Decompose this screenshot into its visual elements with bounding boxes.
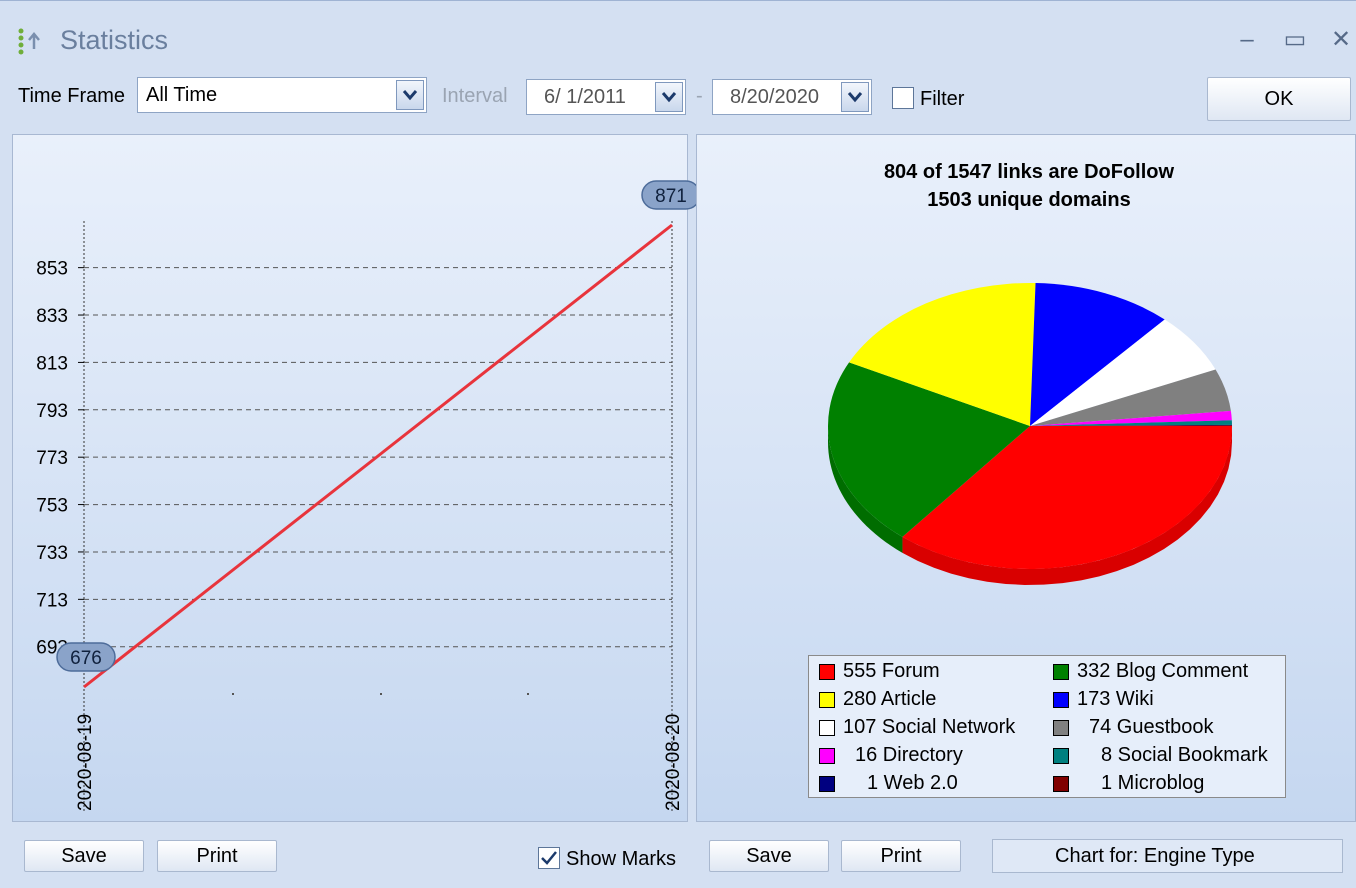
legend-swatch [1053,776,1069,792]
x-minor-tick [380,693,382,695]
legend-swatch [819,692,835,708]
show-marks-checkbox[interactable] [538,847,560,869]
y-tick-label: 733 [36,543,68,564]
right-save-button[interactable]: Save [709,840,829,872]
y-tick-label: 753 [36,496,68,517]
legend-swatch [1053,720,1069,736]
y-tick-label: 773 [36,448,68,469]
series-line [83,223,673,689]
date-to-dropdown-button[interactable] [841,82,869,112]
legend-label: 555 Forum [843,660,940,682]
statistics-window: Statistics – ▭ ✕ Time Frame All Time Int… [0,0,1356,888]
legend-label: 74 Guestbook [1089,716,1214,738]
x-tick-label: 2020-08-19 [75,714,96,811]
legend-label: 16 Directory [855,744,963,766]
data-mark-label: 871 [655,186,687,207]
legend-label: 107 Social Network [843,716,1016,738]
left-save-button[interactable]: Save [24,840,144,872]
y-tick-label: 713 [36,590,68,611]
chevron-down-icon [847,92,863,103]
close-button[interactable]: ✕ [1324,25,1356,55]
right-print-button[interactable]: Print [841,840,961,872]
legend-swatch [1053,692,1069,708]
pie-chart-title: 804 of 1547 links are DoFollow [883,161,1175,183]
date-to-value: 8/20/2020 [730,86,819,108]
x-tick-label: 2020-08-20 [663,714,684,811]
pie-chart-subtitle: 1503 unique domains [927,189,1131,211]
data-mark: 871 [641,180,700,210]
date-to-picker[interactable]: 8/20/2020 [712,79,872,115]
y-tick-label: 833 [36,306,68,327]
legend-swatch [819,748,835,764]
data-mark: 676 [56,642,116,672]
maximize-button[interactable]: ▭ [1278,25,1312,55]
x-minor-tick [527,693,529,695]
legend-swatch [1053,664,1069,680]
line-chart: 6937137337537737938138338536768712020-08… [36,180,700,811]
pie-legend: 555 Forum 332 Blog Comment 280 Article 173 … [808,655,1286,798]
legend-label: 8 Social Bookmark [1101,744,1268,766]
left-print-button[interactable]: Print [157,840,277,872]
legend-label: 1 Microblog [1101,772,1205,794]
legend-swatch [819,776,835,792]
legend-swatch [819,664,835,680]
legend-label: 173 Wiki [1077,688,1154,710]
data-mark-label: 676 [70,648,102,669]
legend-swatch [1053,748,1069,764]
legend-label: 1 Web 2.0 [867,772,958,794]
ok-button[interactable]: OK [1207,77,1351,121]
filter-label: Filter [920,88,965,110]
legend-label: 280 Article [843,688,937,710]
y-tick-label: 853 [36,259,68,280]
chart-for-field[interactable]: Chart for: Engine Type [992,839,1343,873]
show-marks-label: Show Marks [566,848,677,870]
checkmark-icon [541,851,557,865]
x-minor-tick [232,693,234,695]
legend-label: 332 Blog Comment [1077,660,1249,682]
filter-checkbox[interactable] [892,87,914,109]
minimize-button[interactable]: – [1230,25,1264,55]
pie-chart [828,283,1232,585]
y-tick-label: 793 [36,401,68,422]
legend-swatch [819,720,835,736]
chart-for-label: Chart for: Engine Type [1055,845,1255,867]
y-tick-label: 813 [36,353,68,374]
